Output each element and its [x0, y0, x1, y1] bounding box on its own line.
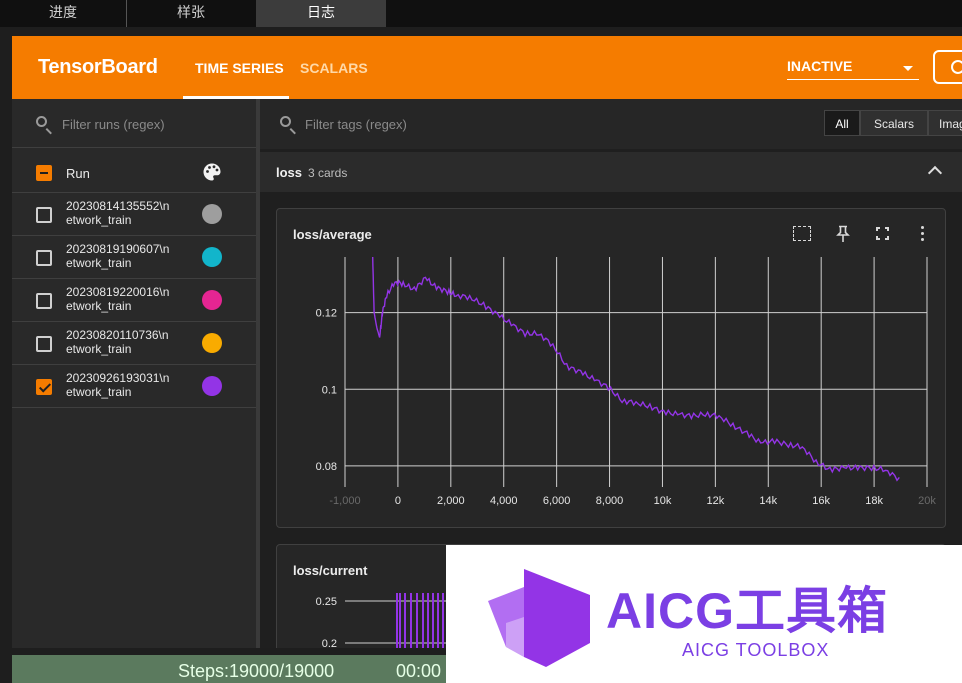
select-all-runs-checkbox[interactable]	[36, 165, 52, 181]
x-tick-label: 20k	[918, 495, 936, 507]
run-checkbox[interactable]	[36, 250, 52, 266]
watermark-title: AICG工具箱	[606, 583, 888, 639]
x-tick-label: 16k	[812, 495, 830, 507]
x-tick-label: -1,000	[329, 495, 360, 507]
x-tick-label: 6,000	[543, 495, 571, 507]
run-color-swatch[interactable]	[202, 204, 222, 224]
x-tick-label: 0	[395, 495, 401, 507]
y-tick-label: 0.2	[322, 638, 337, 648]
watermark-subtitle: AICG TOOLBOX	[682, 640, 830, 660]
y-tick-label: 0.25	[316, 596, 337, 608]
runs-filter-input[interactable]: Filter runs (regex)	[62, 117, 165, 132]
run-name: 20230820110736\n etwork_train	[66, 328, 169, 356]
y-tick-label: 0.08	[316, 461, 337, 473]
run-checkbox[interactable]	[36, 379, 52, 395]
run-row[interactable]: 20230926193031\n etwork_train	[12, 365, 256, 408]
run-name: 20230819190607\n etwork_train	[66, 242, 170, 270]
run-state-underline	[787, 79, 919, 80]
run-row[interactable]: 20230819220016\n etwork_train	[12, 279, 256, 322]
x-tick-label: 8,000	[596, 495, 624, 507]
x-tick-label: 2,000	[437, 495, 465, 507]
run-checkbox[interactable]	[36, 336, 52, 352]
run-checkbox[interactable]	[36, 207, 52, 223]
divider	[12, 147, 256, 148]
app-top-tabbar: 进度 样张 日志	[0, 0, 962, 27]
type-filter-all[interactable]: All	[824, 110, 860, 136]
tags-filter-input[interactable]: Filter tags (regex)	[305, 117, 407, 132]
search-icon	[36, 116, 47, 127]
run-color-swatch[interactable]	[202, 247, 222, 267]
top-tab-logs[interactable]: 日志	[256, 0, 386, 27]
card-group-header[interactable]: loss 3 cards	[260, 152, 962, 192]
scalar-card: loss/average 0.08 0.1 0.12 -1,000 0 2,000 4,0…	[276, 208, 946, 528]
elapsed-time: 00:00	[396, 661, 442, 681]
x-tick-label: 14k	[759, 495, 777, 507]
x-tick-label: 12k	[706, 495, 724, 507]
run-color-swatch[interactable]	[202, 333, 222, 353]
group-count: 3 cards	[308, 166, 348, 180]
steps-progress: Steps:19000/19000	[178, 661, 335, 681]
top-tab-samples[interactable]: 样张	[127, 0, 255, 27]
search-icon	[280, 116, 291, 127]
toolbox-logo-icon	[488, 569, 590, 667]
tab-time-series[interactable]: TIME SERIES	[195, 60, 284, 76]
run-column-header: Run	[66, 166, 90, 181]
run-row[interactable]: 20230814135552\n etwork_train	[12, 193, 256, 236]
group-title: loss	[276, 165, 303, 180]
run-name: 20230814135552\n etwork_train	[66, 199, 170, 227]
run-checkbox[interactable]	[36, 293, 52, 309]
watermark: AICG工具箱 AICG TOOLBOX	[446, 545, 962, 683]
series-line	[372, 256, 900, 482]
tag-filter-bar: Filter tags (regex) All Scalars Image	[260, 99, 962, 149]
y-tick-label: 0.1	[322, 384, 337, 396]
run-name: 20230926193031\n etwork_train	[66, 371, 170, 399]
run-state-select[interactable]: INACTIVE	[787, 58, 852, 74]
tab-scalars[interactable]: SCALARS	[300, 60, 368, 76]
settings-icon[interactable]	[933, 50, 962, 84]
top-tab-progress[interactable]: 进度	[0, 0, 126, 27]
runs-sidebar: Filter runs (regex) Run 20230814135552\n…	[12, 99, 256, 648]
chevron-down-icon[interactable]	[903, 66, 913, 71]
brand-title: TensorBoard	[38, 56, 158, 78]
run-row[interactable]: 20230820110736\n etwork_train	[12, 322, 256, 365]
tensorboard-header: TensorBoard TIME SERIES SCALARS INACTIVE	[12, 36, 962, 99]
palette-icon[interactable]	[202, 162, 222, 182]
run-color-swatch[interactable]	[202, 376, 222, 396]
run-name: 20230819220016\n etwork_train	[66, 285, 170, 313]
y-tick-label: 0.12	[316, 308, 337, 320]
x-tick-label: 18k	[865, 495, 883, 507]
x-tick-label: 10k	[654, 495, 672, 507]
x-tick-label: 4,000	[490, 495, 518, 507]
run-row[interactable]: 20230819190607\n etwork_train	[12, 236, 256, 279]
run-color-swatch[interactable]	[202, 290, 222, 310]
type-filter-image[interactable]: Image	[928, 110, 962, 136]
loss-average-chart[interactable]: 0.08 0.1 0.12 -1,000 0 2,000 4,000 6,000 8,000 1…	[277, 209, 947, 529]
type-filter-scalars[interactable]: Scalars	[860, 110, 928, 136]
chevron-up-icon[interactable]	[927, 165, 943, 181]
